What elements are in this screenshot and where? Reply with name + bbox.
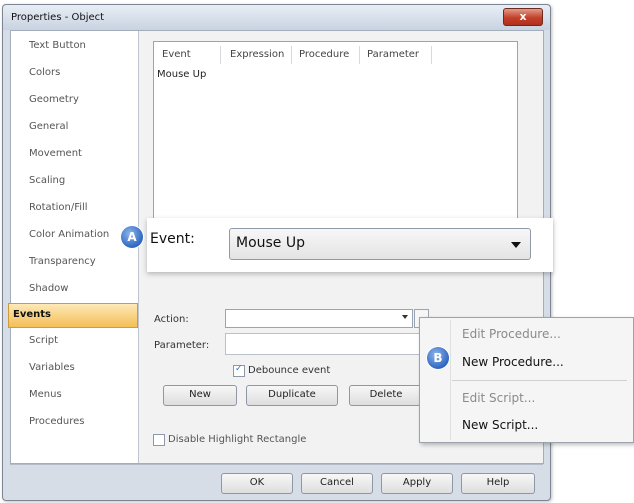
event-dropdown[interactable]: Mouse Up (229, 228, 531, 260)
menu-item-edit-procedure[interactable]: Edit Procedure... (462, 327, 561, 341)
ok-button[interactable]: OK (221, 473, 293, 494)
event-dropdown-value: Mouse Up (236, 235, 306, 251)
sidebar-item-general[interactable]: General (29, 121, 68, 132)
sidebar-item-variables[interactable]: Variables (29, 362, 75, 373)
column-header-parameter[interactable]: Parameter (367, 49, 419, 60)
sidebar: Text Button Colors Geometry General Move… (8, 31, 139, 463)
help-button[interactable]: Help (461, 473, 535, 494)
title-bar[interactable]: Properties - Object x (3, 5, 550, 30)
window-title: Properties - Object (11, 12, 105, 23)
sidebar-item-movement[interactable]: Movement (29, 148, 82, 159)
apply-button[interactable]: Apply (381, 473, 453, 494)
callout-badge-a: A (121, 226, 143, 248)
chevron-down-icon (511, 242, 521, 248)
column-header-procedure[interactable]: Procedure (299, 49, 349, 60)
chevron-down-icon (402, 315, 408, 319)
sidebar-item-text-button[interactable]: Text Button (29, 40, 86, 51)
menu-item-edit-script[interactable]: Edit Script... (462, 391, 535, 405)
sidebar-item-menus[interactable]: Menus (29, 389, 62, 400)
column-divider (220, 46, 221, 64)
footer-divider (10, 464, 543, 465)
cancel-button[interactable]: Cancel (301, 473, 373, 494)
context-menu: Edit Procedure... New Procedure... Edit … (419, 317, 634, 443)
sidebar-item-script[interactable]: Script (29, 335, 58, 346)
duplicate-button[interactable]: Duplicate (246, 385, 338, 406)
column-divider (359, 46, 360, 64)
menu-item-new-script[interactable]: New Script... (462, 418, 538, 432)
column-divider (291, 46, 292, 64)
sidebar-item-shadow[interactable]: Shadow (29, 283, 68, 294)
sidebar-item-geometry[interactable]: Geometry (29, 94, 79, 105)
column-divider (431, 46, 432, 64)
sidebar-item-scaling[interactable]: Scaling (29, 175, 65, 186)
new-button[interactable]: New (163, 385, 237, 406)
sidebar-item-color-animation[interactable]: Color Animation (29, 229, 109, 240)
sidebar-item-events[interactable]: Events (8, 303, 138, 328)
sidebar-item-rotation-fill[interactable]: Rotation/Fill (29, 202, 88, 213)
dialog-footer: OK Cancel Apply Help (3, 464, 550, 500)
delete-button[interactable]: Delete (349, 385, 423, 406)
sidebar-item-procedures[interactable]: Procedures (29, 416, 84, 427)
table-row[interactable]: Mouse Up (157, 69, 206, 80)
callout-badge-b: B (427, 347, 449, 369)
close-button[interactable]: x (503, 8, 543, 26)
action-dropdown[interactable] (225, 309, 413, 328)
menu-item-new-procedure[interactable]: New Procedure... (462, 355, 564, 369)
event-label: Event: (150, 231, 195, 247)
debounce-checkbox[interactable] (233, 364, 245, 377)
column-header-event[interactable]: Event (162, 49, 191, 60)
action-label: Action: (154, 314, 189, 325)
menu-separator (452, 380, 627, 381)
parameter-field[interactable] (225, 333, 427, 355)
disable-highlight-label: Disable Highlight Rectangle (168, 434, 307, 445)
events-table[interactable]: Event Expression Procedure Parameter Mou… (153, 41, 518, 224)
event-callout: Event: Mouse Up (147, 218, 553, 272)
column-header-expression[interactable]: Expression (230, 49, 284, 60)
disable-highlight-checkbox[interactable] (153, 434, 165, 446)
menu-gutter (450, 320, 451, 440)
sidebar-item-colors[interactable]: Colors (29, 67, 60, 78)
parameter-label: Parameter: (154, 340, 210, 351)
debounce-label: Debounce event (248, 365, 331, 376)
sidebar-item-transparency[interactable]: Transparency (29, 256, 96, 267)
